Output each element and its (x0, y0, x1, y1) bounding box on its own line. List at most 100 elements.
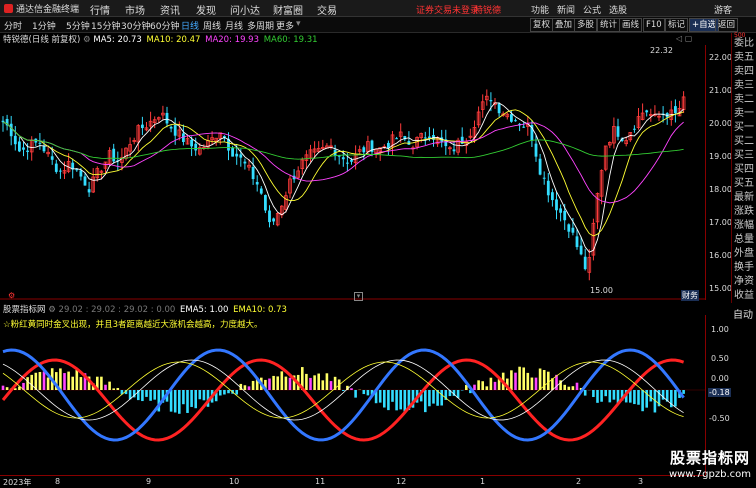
indicator-chart[interactable] (0, 315, 705, 475)
app-title-text: 通达信金融终端 (16, 5, 79, 15)
tab-weekly[interactable]: 周线 (203, 19, 221, 32)
candle-body (584, 257, 587, 269)
indicator-gear-icon[interactable]: ⚙ (48, 305, 58, 315)
menu-item-quotes[interactable]: 行情 (90, 2, 110, 17)
price-tick: 22.00 (709, 53, 732, 62)
histogram-bar (428, 390, 431, 406)
menu-item-wealth[interactable]: 财富圈 (273, 2, 303, 17)
candle-body (555, 199, 558, 210)
histogram-bar (313, 375, 316, 390)
histogram-bar (395, 390, 398, 410)
histogram-bar (641, 390, 644, 411)
histogram-bar (305, 374, 308, 390)
histogram-bar (252, 381, 255, 390)
candle-body (490, 100, 493, 101)
tab-intraday[interactable]: 分时 (4, 19, 22, 32)
collapse-icon[interactable]: ▾ (354, 292, 363, 301)
tab-daily[interactable]: 日线 (181, 19, 199, 32)
histogram-bar (149, 390, 152, 401)
more-chevron-icon[interactable]: ▾ (296, 19, 301, 29)
indicator-tick: -0.50 (709, 414, 730, 423)
guest-user[interactable]: 游客 (714, 3, 732, 16)
histogram-bar (354, 390, 357, 398)
menu-item-news[interactable]: 资讯 (160, 2, 180, 17)
histogram-bar (174, 390, 177, 412)
tab-monthly[interactable]: 月线 (225, 19, 243, 32)
histogram-bar (592, 390, 595, 397)
top-menu-formula[interactable]: 公式 (583, 3, 601, 16)
back-button[interactable]: 返回 (715, 18, 738, 32)
price-tick: 20.00 (709, 119, 732, 128)
histogram-bar (76, 370, 79, 390)
tab-5min[interactable]: 5分钟 (66, 19, 90, 32)
histogram-bar (568, 387, 571, 390)
stock-label: 特锐德(日线 前复权) (3, 35, 80, 45)
trade-login-link[interactable]: 证券交易未登录 (416, 3, 479, 16)
tool-draw[interactable]: 画线 (619, 18, 642, 32)
candlestick-chart[interactable] (0, 45, 705, 300)
tab-15min[interactable]: 15分钟 (91, 19, 120, 32)
menu-item-assistant[interactable]: 问小达 (230, 2, 260, 17)
tool-overlay[interactable]: 叠加 (552, 18, 575, 32)
histogram-bar (186, 390, 189, 413)
auto-scale-toggle[interactable]: 自动 (733, 306, 753, 321)
tab-30min[interactable]: 30分钟 (121, 19, 150, 32)
date-tick: 1 (480, 477, 485, 486)
tool-stats[interactable]: 统计 (597, 18, 620, 32)
histogram-bar (268, 379, 271, 390)
candle-body (39, 143, 42, 144)
histogram-bar (104, 385, 107, 390)
histogram-bar (63, 373, 66, 390)
histogram-bar (600, 390, 603, 402)
histogram-bar (67, 372, 70, 390)
histogram-bar (650, 390, 653, 401)
main-chart-info: 特锐德(日线 前复权) ⚙ MA5: 20.73 MA10: 20.47 MA2… (0, 33, 318, 45)
tool-f10[interactable]: F10 (643, 18, 665, 32)
date-tick: 3 (638, 477, 643, 486)
tool-adjust[interactable]: 复权 (530, 18, 553, 32)
histogram-bar (613, 390, 616, 400)
tab-1min[interactable]: 1分钟 (32, 19, 56, 32)
label-outer: 外盘 (734, 248, 754, 260)
menu-item-trade[interactable]: 交易 (317, 2, 337, 17)
panel-toggle-icon[interactable]: ◁ ▢ (676, 34, 692, 43)
candle-body (547, 181, 550, 196)
settings-small-icon[interactable]: ⚙ (8, 291, 15, 300)
histogram-bar (584, 390, 587, 396)
settings-gear-icon[interactable]: ⚙ (83, 35, 93, 45)
histogram-bar (387, 390, 390, 410)
histogram-bar (285, 377, 288, 390)
candle-body (362, 147, 365, 152)
tool-mark[interactable]: 标记 (665, 18, 688, 32)
histogram-bar (481, 381, 484, 390)
menu-item-discover[interactable]: 发现 (196, 2, 216, 17)
histogram-bar (276, 376, 279, 390)
candle-body (174, 125, 177, 136)
tab-60min[interactable]: 60分钟 (150, 19, 179, 32)
app-logo-icon (4, 4, 13, 13)
histogram-bar (440, 390, 443, 405)
tab-more[interactable]: 更多 (276, 19, 294, 32)
menu-item-market[interactable]: 市场 (125, 2, 145, 17)
top-menu-function[interactable]: 功能 (531, 3, 549, 16)
tool-multi-stock[interactable]: 多股 (574, 18, 597, 32)
histogram-bar (190, 390, 193, 407)
histogram-bar (391, 390, 394, 402)
top-menu-screener[interactable]: 选股 (609, 3, 627, 16)
top-menu-news[interactable]: 新闻 (557, 3, 575, 16)
candle-body (252, 167, 255, 179)
candle-body (170, 127, 173, 129)
tab-multi-period[interactable]: 多周期 (247, 19, 274, 32)
ma10-value: MA10: 20.47 (147, 35, 201, 45)
label-change: 涨跌 (734, 206, 754, 218)
finance-tag[interactable]: 财务 (681, 290, 699, 301)
candle-body (260, 189, 263, 194)
stock-name-link[interactable]: 特锐德 (474, 3, 501, 16)
candle-body (617, 126, 620, 137)
candle-body (510, 114, 513, 122)
ma60-value: MA60: 19.31 (264, 35, 318, 45)
label-buy4: 买四 (734, 164, 754, 176)
histogram-bar (317, 374, 320, 390)
candle-body (272, 218, 275, 221)
candle-body (190, 140, 193, 147)
